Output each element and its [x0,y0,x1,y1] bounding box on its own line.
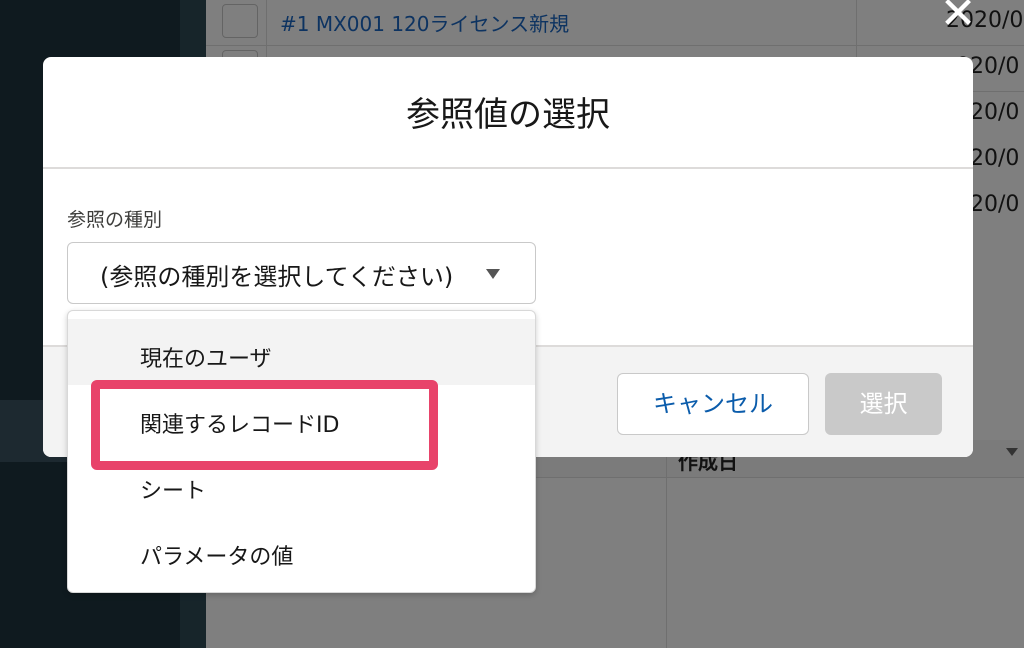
dropdown-option-current-user[interactable]: 現在のユーザ [68,319,535,385]
select-button[interactable]: 選択 [825,373,942,435]
dropdown-option-parameter-value[interactable]: パラメータの値 [68,517,535,583]
reference-type-select[interactable]: (参照の種別を選択してください) [67,242,536,304]
reference-type-label: 参照の種別 [67,209,163,231]
annotation-highlight-box [91,380,438,470]
modal-header: 参照値の選択 [43,57,973,169]
option-label: パラメータの値 [140,545,294,570]
select-value: (参照の種別を選択してください) [100,263,454,291]
caret-down-icon [486,269,500,279]
close-icon[interactable]: ✕ [938,0,978,36]
option-label: シート [140,479,207,504]
option-label: 現在のユーザ [140,347,272,372]
modal-title: 参照値の選択 [406,95,610,135]
cancel-button[interactable]: キャンセル [617,373,809,435]
